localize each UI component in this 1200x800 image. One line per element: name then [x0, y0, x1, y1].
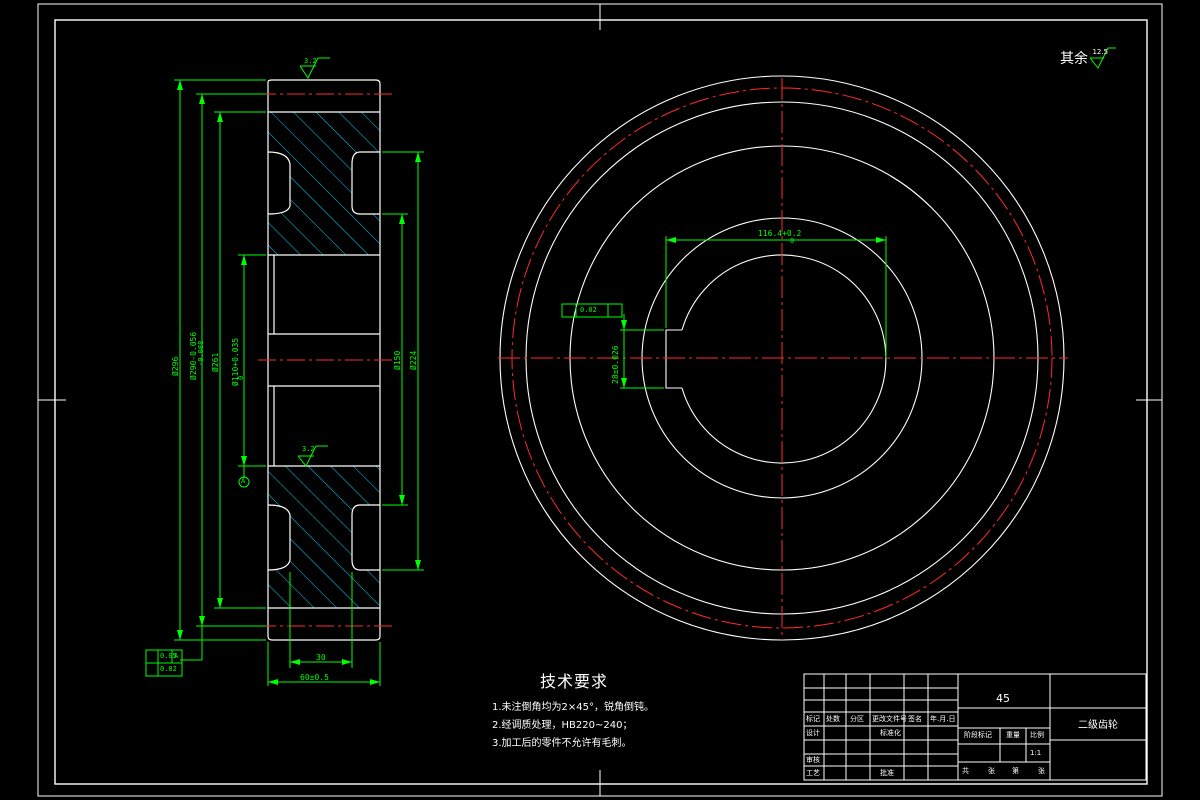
tb-h-zone: 分区: [850, 715, 864, 723]
hatch-lower: [268, 466, 380, 608]
tb-stage: 阶段标记: [964, 731, 992, 739]
datum-a: A: [241, 477, 246, 485]
tech-requirements-title: 技术要求: [540, 672, 609, 691]
tol-ref: A: [174, 652, 179, 660]
tb-std: 标准化: [880, 729, 901, 737]
tb-scale: 1:1: [1030, 749, 1042, 757]
tb-sheets-zhang: 张: [988, 767, 995, 775]
tb-sheets-total: 共: [962, 767, 969, 775]
tol-sym: 0.02: [580, 306, 597, 314]
tb-weight: 重量: [1006, 731, 1020, 739]
dim-key-width: 28±0.026: [611, 345, 620, 384]
rough-mid: 3.2: [302, 445, 315, 453]
tb-design: 设计: [806, 729, 820, 737]
tb-h-mark: 标记: [806, 715, 820, 723]
section-view: [145, 57, 424, 686]
roughness-value: 12.5: [1092, 48, 1109, 56]
dim-keyway: 116.4+0.2: [758, 229, 802, 238]
tol-perp: 0.02: [160, 665, 177, 673]
tb-approve: 批准: [880, 769, 894, 777]
tech-requirement-3: 3.加工后的零件不允许有毛刺。: [492, 738, 632, 749]
dim-w60: 60±0.5: [300, 673, 329, 682]
tb-process: 工艺: [806, 769, 820, 777]
tb-h-change: 更改文件号: [872, 715, 907, 723]
tb-review: 审核: [806, 756, 820, 764]
tb-sheets-di: 第: [1012, 767, 1019, 775]
rough-top: 3.2: [304, 57, 317, 65]
dim-d224: Ø224: [409, 350, 418, 370]
front-view: [498, 47, 1116, 641]
dim-keyway-lower: 0: [790, 237, 795, 245]
tb-scale-label: 比例: [1030, 731, 1044, 739]
tb-h-date: 年.月.日: [930, 715, 956, 723]
dim-d296: Ø296: [171, 356, 180, 376]
tb-h-sign: 签名: [908, 715, 922, 723]
dim-d261: Ø261: [211, 352, 220, 372]
dim-d290-lower: -0.088: [197, 340, 205, 366]
tech-requirement-1: 1.未注倒角均为2×45°，锐角倒钝。: [492, 702, 655, 713]
roughness-note: 其余 12.5: [1060, 48, 1108, 68]
dim-d110-lower: 0: [237, 375, 245, 380]
part-name: 二级齿轮: [1078, 720, 1118, 731]
tb-sheets-zhang2: 张: [1038, 767, 1045, 775]
dim-w30: 30: [316, 653, 326, 662]
hatch-upper: [268, 112, 380, 255]
tb-h-count: 处数: [826, 715, 840, 723]
roughness-label: 其余: [1060, 51, 1088, 67]
dim-d150: Ø150: [393, 350, 402, 370]
tech-requirement-2: 2.经调质处理，HB220~240；: [492, 720, 633, 731]
material: 45: [996, 692, 1010, 705]
